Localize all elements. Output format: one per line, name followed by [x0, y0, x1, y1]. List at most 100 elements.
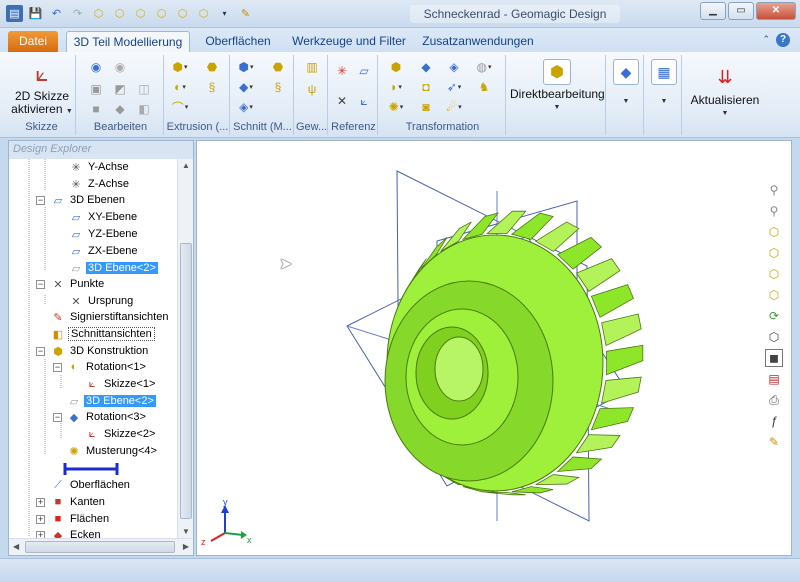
scroll-up-icon[interactable]: ▲: [182, 161, 190, 170]
bend-icon[interactable]: ♞: [476, 79, 492, 95]
cube-gray-2-icon[interactable]: ◆: [112, 101, 128, 117]
cube-gray-3-icon[interactable]: ◧: [136, 101, 152, 117]
thread-icon[interactable]: ▥: [304, 59, 320, 75]
expand-flaechen-toggle[interactable]: +: [36, 515, 45, 524]
move-2-icon[interactable]: ◆: [418, 59, 434, 75]
tree-node-rotation-1[interactable]: ◐ Rotation<1>: [67, 359, 148, 375]
sweep-icon[interactable]: ⌒ ▾: [172, 99, 189, 115]
cut-revolve-icon[interactable]: ◆ ▾: [238, 79, 254, 95]
cube-view-5-icon[interactable]: ⬡: [174, 5, 191, 22]
expand-kanten-toggle[interactable]: +: [36, 498, 45, 507]
view-top-icon[interactable]: ⬡: [765, 244, 783, 262]
aktualisieren-button[interactable]: ⇊ Aktualisieren ▼: [686, 63, 764, 120]
tab-zusatzanwendungen[interactable]: Zusatzanwendungen: [416, 31, 540, 52]
rotate-icon[interactable]: ◗ ▾: [388, 79, 404, 95]
tree-node-kanten[interactable]: ■ Kanten: [51, 494, 107, 510]
explorer-vertical-scrollbar[interactable]: ▲ ▼: [177, 159, 193, 538]
tree-node-rotation-3[interactable]: ◆ Rotation<3>: [67, 409, 148, 425]
copy-icon[interactable]: ➶ ▾: [446, 79, 462, 95]
view-dropdown-button[interactable]: ◆ ▼: [610, 59, 642, 108]
tree-node-z-achse[interactable]: ✳ Z-Achse: [69, 176, 131, 192]
revolve-icon[interactable]: ◐ ▾: [172, 79, 188, 95]
globe-icon[interactable]: ◉: [88, 59, 104, 75]
tree-node-3d-konstruktion[interactable]: ⬢ 3D Konstruktion: [51, 343, 150, 359]
scroll-down-icon[interactable]: ▼: [182, 527, 190, 536]
chamfer-icon[interactable]: ◩: [112, 81, 128, 97]
zoom-window-icon[interactable]: ⚲: [765, 202, 783, 220]
reference-axis-icon[interactable]: ✳: [334, 63, 350, 79]
thread-2-icon[interactable]: ψ: [304, 81, 320, 97]
view-side-icon[interactable]: ⬡: [765, 265, 783, 283]
circular-pattern-icon[interactable]: ✺ ▾: [388, 99, 404, 115]
tree-node-oberflaechen[interactable]: ⟋ Oberflächen: [51, 477, 132, 493]
rollback-bar[interactable]: [61, 462, 121, 476]
explorer-horizontal-scrollbar[interactable]: ◀ ▶: [9, 538, 193, 555]
tree-node-punkte[interactable]: ✕ Punkte: [51, 276, 106, 292]
save-icon[interactable]: 💾: [27, 5, 44, 22]
tab-oberflaechen[interactable]: Oberflächen: [196, 31, 280, 52]
collapse-punkte-toggle[interactable]: −: [36, 280, 45, 289]
tab-3d-teil-modellierung[interactable]: 3D Teil Modellierung: [66, 31, 190, 52]
cut-sweep-icon[interactable]: ◈ ▾: [238, 99, 254, 115]
reference-point-icon[interactable]: ✕: [334, 93, 350, 109]
collapse-3d-ebenen-toggle[interactable]: −: [36, 196, 45, 205]
tree-node-flaechen[interactable]: ■ Flächen: [51, 511, 111, 527]
tree-node-xy-ebene[interactable]: ▱ XY-Ebene: [69, 209, 139, 225]
extrude-2-icon[interactable]: ⬣: [204, 59, 220, 75]
view-front-icon[interactable]: ⬡: [765, 223, 783, 241]
expand-ecken-toggle[interactable]: +: [36, 531, 45, 538]
cube-view-2-icon[interactable]: ⬡: [111, 5, 128, 22]
cut-2-icon[interactable]: ⬣: [270, 59, 286, 75]
pencil-icon[interactable]: ✎: [237, 5, 254, 22]
maximize-button[interactable]: ▭: [728, 2, 754, 20]
array-icon[interactable]: ◙: [418, 99, 434, 115]
cut-icon[interactable]: ⬢ ▾: [238, 59, 254, 75]
tree-node-schnittansichten[interactable]: ◧ Schnittansichten: [51, 326, 155, 342]
tab-datei[interactable]: Datei: [8, 31, 58, 52]
cube-view-6-icon[interactable]: ⬡: [195, 5, 212, 22]
cube-gray-icon[interactable]: ■: [88, 101, 104, 117]
scale-icon[interactable]: ◍ ▾: [476, 59, 492, 75]
tree-node-y-achse[interactable]: ✳ Y-Achse: [69, 159, 131, 175]
tree-node-3d-ebene-2[interactable]: ▱ 3D Ebene<2>: [69, 260, 158, 276]
tree-node-3d-ebenen[interactable]: ▱ 3D Ebenen: [51, 192, 127, 208]
3d-viewport[interactable]: y x z ➤ ⚲ ⚲ ⬡ ⬡ ⬡ ⬡ ⟳ ⬡ ◼ ▤ ⎙ ƒ ✎: [196, 140, 792, 556]
tree-node-ursprung[interactable]: ✕ Ursprung: [69, 293, 135, 309]
worm-gear-model[interactable]: y x z: [197, 141, 792, 556]
pattern-icon[interactable]: ◘: [418, 79, 434, 95]
collapse-rotation-1-toggle[interactable]: −: [53, 363, 62, 372]
move-icon[interactable]: ⬢: [388, 59, 404, 75]
tree-node-ecken[interactable]: ◆ Ecken: [51, 527, 103, 538]
minimize-ribbon-icon[interactable]: ⌃: [762, 34, 770, 45]
direktbearbeitung-button[interactable]: ⬢ Direktbearbeitung ▼: [510, 59, 605, 114]
reference-csys-icon[interactable]: ⟀: [356, 93, 372, 109]
view-iso-icon[interactable]: ⬡: [765, 286, 783, 304]
cube-view-4-icon[interactable]: ⬡: [153, 5, 170, 22]
wireframe-icon[interactable]: ⬡: [765, 328, 783, 346]
app-menu-icon[interactable]: ▤: [6, 5, 23, 22]
print-icon[interactable]: ⎙: [765, 391, 783, 409]
extrude-icon[interactable]: ⬢ ▾: [172, 59, 188, 75]
reference-plane-icon[interactable]: ▱: [356, 63, 372, 79]
function-icon[interactable]: ƒ: [765, 412, 783, 430]
tree-node-signierstiftansichten[interactable]: ✎ Signierstiftansichten: [51, 309, 170, 325]
scrollbar-thumb[interactable]: [180, 243, 192, 519]
gray-globe-icon[interactable]: ◉: [112, 59, 128, 75]
cube-view-1-icon[interactable]: ⬡: [90, 5, 107, 22]
orbit-icon[interactable]: ⟳: [765, 307, 783, 325]
tab-werkzeuge-und-filter[interactable]: Werkzeuge und Filter: [288, 31, 410, 52]
close-button[interactable]: ✕: [756, 2, 796, 20]
box-gray-icon[interactable]: ▣: [88, 81, 104, 97]
tree-node-skizze-2[interactable]: ⟀ Skizze<2>: [85, 426, 157, 442]
tree-node-yz-ebene[interactable]: ▱ YZ-Ebene: [69, 226, 140, 242]
help-icon[interactable]: ?: [776, 33, 790, 47]
customize-qat-icon[interactable]: ▾: [216, 5, 233, 22]
collapse-3d-konstruktion-toggle[interactable]: −: [36, 347, 45, 356]
shaded-icon[interactable]: ◼: [765, 349, 783, 367]
zoom-icon[interactable]: ⚲: [765, 181, 783, 199]
cut-spring-icon[interactable]: §: [270, 79, 286, 95]
tree-node-3d-ebene-2b[interactable]: ▱ 3D Ebene<2>: [67, 393, 156, 409]
tree-node-musterung-4[interactable]: ✺ Musterung<4>: [67, 443, 159, 459]
horizontal-scrollbar-thumb[interactable]: [25, 541, 175, 553]
measure-icon[interactable]: ✎: [765, 433, 783, 451]
